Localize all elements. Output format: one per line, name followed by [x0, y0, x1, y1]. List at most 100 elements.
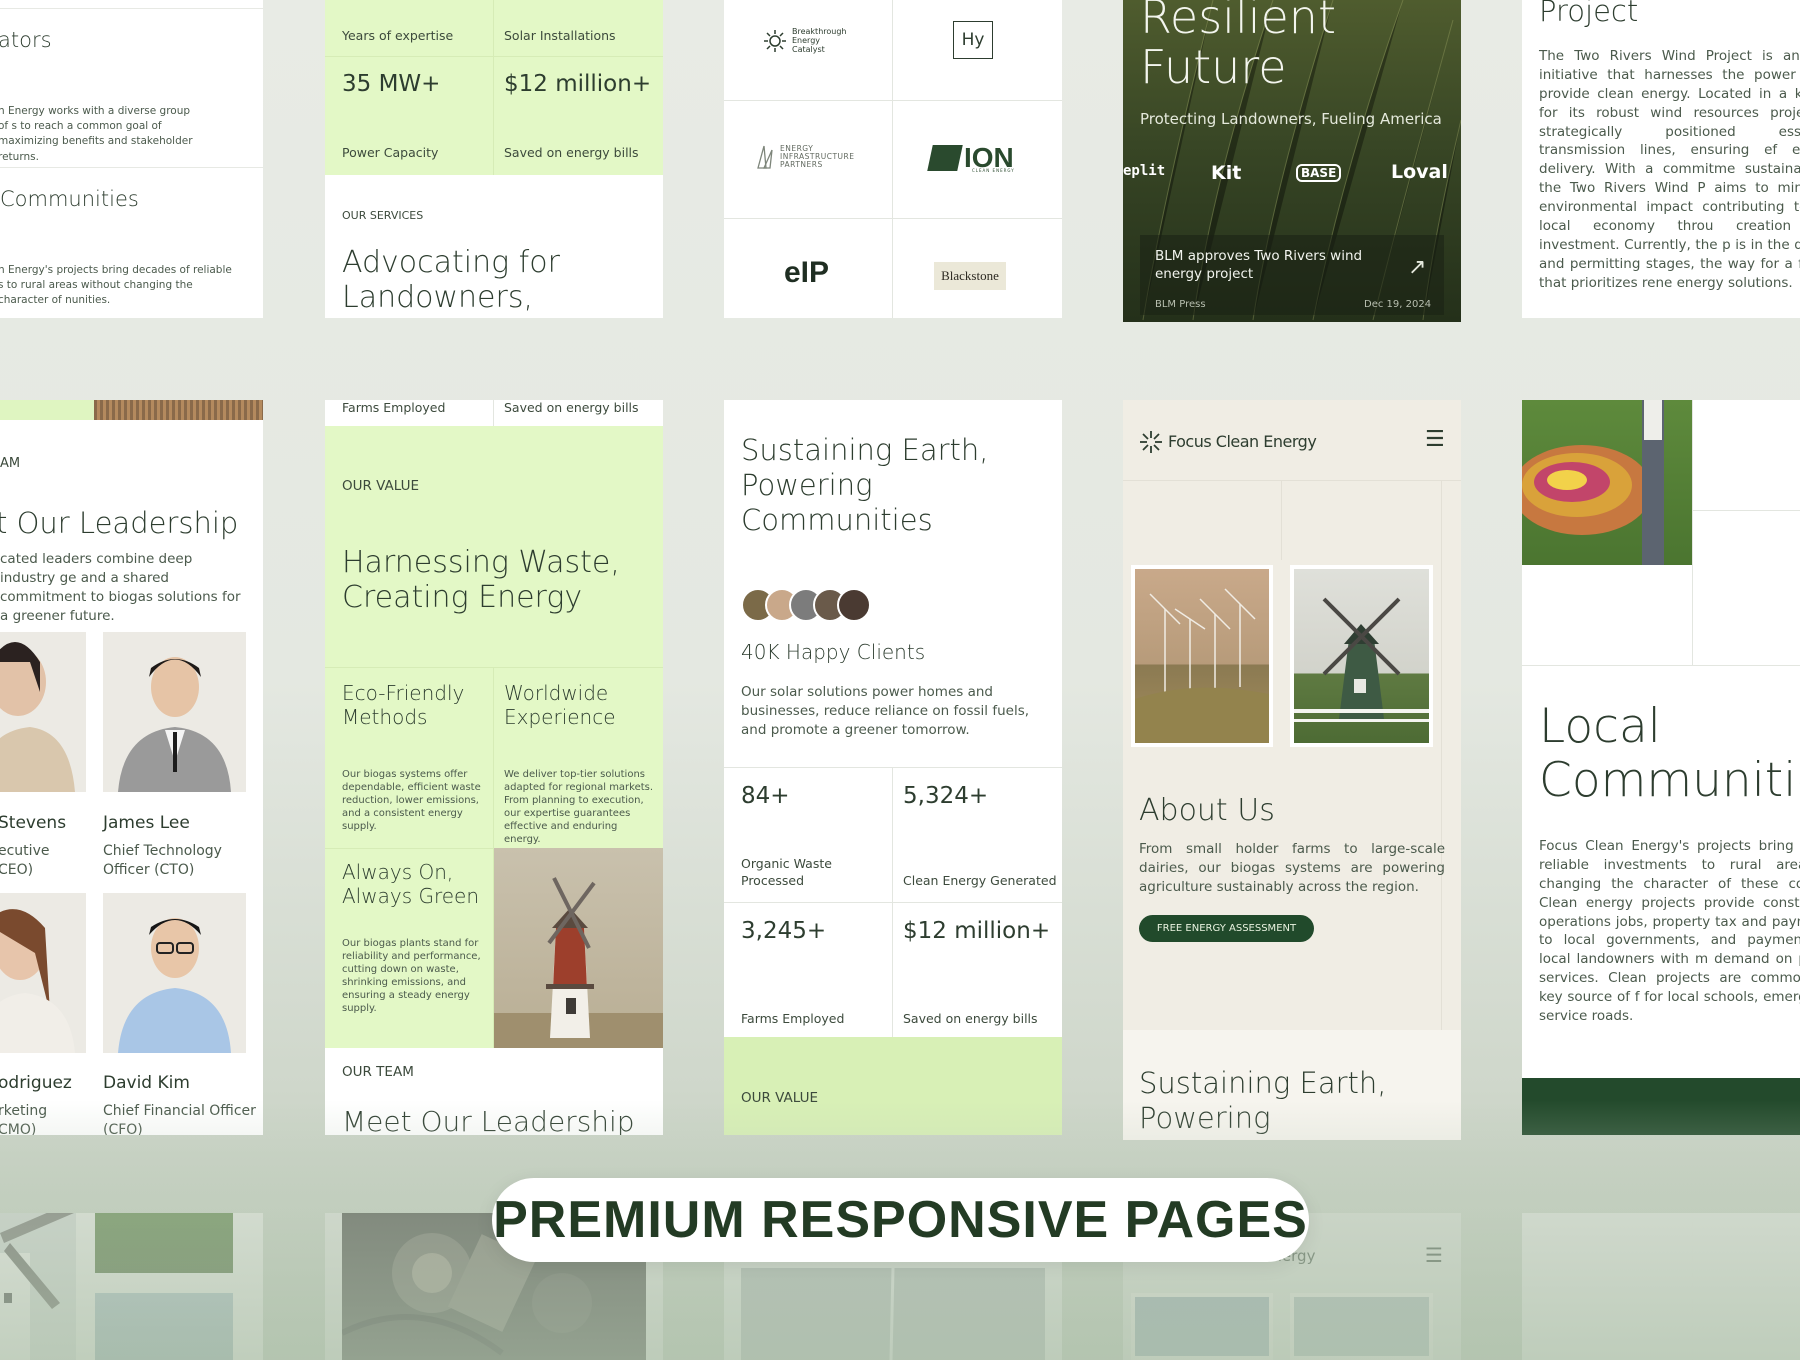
card-leadership: AM t Our Leadership cated leaders combin…: [0, 400, 263, 1135]
card-operators: ators n Energy works with a diverse grou…: [0, 0, 263, 318]
client-avatars: [741, 588, 871, 624]
stat-value: $12 million+: [504, 71, 652, 97]
communities-title: Communities: [0, 187, 139, 211]
logo-text: Hy: [961, 30, 985, 50]
team-label: OUR TEAM: [342, 1064, 414, 1080]
avatar: [0, 632, 86, 792]
card-partner-logos: Breakthrough Energy Catalyst Hy ENERGY I…: [724, 0, 1062, 318]
logo-blackstone: Blackstone: [934, 262, 1006, 290]
flowers-person-photo: [1522, 400, 1692, 565]
logo-text: eIP: [784, 256, 830, 289]
sustain-title: Sustaining Earth, Powering: [1139, 1066, 1387, 1135]
menu-icon[interactable]: ☰: [1425, 427, 1445, 452]
news-card[interactable]: BLM approves Two Rivers wind energy proj…: [1140, 235, 1444, 315]
stat-caption: Power Capacity: [342, 145, 439, 160]
stat-value: $12 million+: [903, 918, 1051, 944]
feature-text: We deliver top-tier solutions adapted fo…: [504, 769, 654, 845]
feature-title: Eco-Friendly Methods: [342, 681, 465, 729]
sunburst-icon: [764, 30, 786, 53]
team-text: cated leaders combine deep industry ge a…: [0, 551, 241, 624]
person-role: CMO): [0, 1122, 37, 1135]
team-title: Meet Our Leadership: [342, 1105, 635, 1135]
card-project: Project The Two Rivers Wind Project is a…: [1522, 0, 1800, 318]
turbine-photo: [1131, 1293, 1273, 1360]
top-photo-strip: [94, 400, 263, 420]
stat-caption: Organic Waste Processed: [741, 856, 832, 888]
team-label: AM: [0, 456, 21, 471]
stat-value: 3,245+: [741, 918, 827, 944]
value-label: OUR VALUE: [741, 1090, 819, 1106]
caption-farms: Farms Employed: [342, 400, 446, 415]
stat-caption: Clean Energy Generated: [903, 873, 1057, 888]
avatar: [103, 893, 246, 1053]
logo-eip-partners: ENERGY INFRASTRUCTURE PARTNERS: [756, 144, 880, 170]
premium-responsive-pages-banner: PREMIUM RESPONSIVE PAGES: [492, 1178, 1309, 1262]
turbine-sky-photo: [741, 1268, 1045, 1360]
stat-value: 5,324+: [903, 783, 989, 809]
brand-name[interactable]: Focus Clean Energy: [1168, 432, 1317, 451]
stat-caption: Saved on energy bills: [504, 145, 639, 160]
person-role: CEO): [0, 862, 34, 878]
clients-text: Our solar solutions power homes and busi…: [741, 684, 1030, 738]
stat-label: Years of expertise: [342, 28, 454, 43]
turbines-field-photo: [1131, 565, 1273, 747]
stat-caption: Saved on energy bills: [903, 1011, 1038, 1026]
feature-text: Our biogas plants stand for reliability …: [342, 938, 481, 1014]
free-energy-assessment-button[interactable]: FREE ENERGY ASSESSMENT: [1139, 915, 1314, 942]
brand-logo: Kit: [1211, 162, 1242, 184]
stat-caption: Farms Employed: [741, 1011, 845, 1026]
news-date: Dec 19, 2024: [1364, 299, 1432, 310]
feature-text: Our biogas systems offer dependable, eff…: [342, 769, 481, 832]
card-sustaining: Sustaining Earth, Powering Communities 4…: [724, 400, 1062, 1135]
person-role: ecutive: [0, 843, 50, 859]
windmill-photo: [0, 1213, 76, 1360]
card-hero-dark: Resilient Future Protecting Landowners, …: [1123, 0, 1461, 322]
card-local-communities: Local Communitie Focus Clean Energy's pr…: [1522, 400, 1800, 1135]
avatar: [837, 588, 871, 622]
local-text: Focus Clean Energy's projects bring de o…: [1539, 838, 1800, 1025]
sky-photo: [95, 1293, 233, 1360]
person-role: Chief Technology: [103, 843, 222, 859]
ion-mark-icon: [927, 145, 963, 171]
services-label: OUR SERVICES: [342, 209, 424, 222]
clients-count: 40K Happy Clients: [741, 640, 926, 664]
menu-icon[interactable]: ☰: [1425, 1243, 1443, 1267]
lighthouse-windmill-photo: [494, 848, 663, 1048]
logo-hy: Hy: [953, 21, 993, 59]
operators-title: ators: [0, 28, 52, 52]
card-about: Focus Clean Energy ☰ About Us From small…: [1123, 400, 1461, 1140]
logo-sub-ion: CLEAN ENERGY: [972, 168, 1015, 173]
person-role: Officer (CTO): [103, 862, 195, 878]
logo-text: ENERGY INFRASTRUCTURE PARTNERS: [780, 144, 855, 169]
avatar: [0, 893, 86, 1053]
brand-logo: eplit: [1123, 163, 1166, 179]
team-title: t Our Leadership: [0, 506, 239, 540]
logo-text: Breakthrough Energy Catalyst: [792, 27, 847, 54]
project-text: The Two Rivers Wind Project is an inno i…: [1539, 48, 1800, 291]
about-title: About Us: [1139, 793, 1275, 828]
logo-text: Blackstone: [941, 268, 999, 283]
caption-saved: Saved on energy bills: [504, 400, 639, 415]
hero-title: Future: [1140, 40, 1287, 94]
news-source: BLM Press: [1155, 299, 1206, 310]
stat-value: 84+: [741, 783, 790, 809]
sustain-section: Sustaining Earth, Powering: [1123, 1030, 1461, 1140]
brand-logo: Loval: [1391, 161, 1448, 183]
local-title: Local Communitie: [1539, 699, 1800, 809]
person-role: rketing: [0, 1103, 48, 1119]
person-name: Stevens: [0, 813, 67, 833]
top-green-strip: [0, 400, 94, 420]
value-title: Harnessing Waste, Creating Energy: [342, 545, 620, 615]
feature-title: Always On, Always Green: [342, 860, 480, 908]
logo-eip: eIP: [784, 256, 829, 290]
sky-photo: [1290, 1293, 1433, 1360]
sunburst-logo-icon: [1139, 430, 1163, 458]
value-panel: [724, 1037, 1062, 1135]
project-title: Project: [1539, 0, 1639, 28]
person-name: James Lee: [103, 813, 190, 833]
arrow-up-right-icon[interactable]: ↗: [1408, 255, 1426, 280]
dutch-windmill-photo: [1290, 565, 1433, 747]
logo-breakthrough: Breakthrough Energy Catalyst: [764, 27, 852, 54]
card-bottom-windmill: [0, 1213, 263, 1360]
leaf-icon: [757, 145, 773, 169]
